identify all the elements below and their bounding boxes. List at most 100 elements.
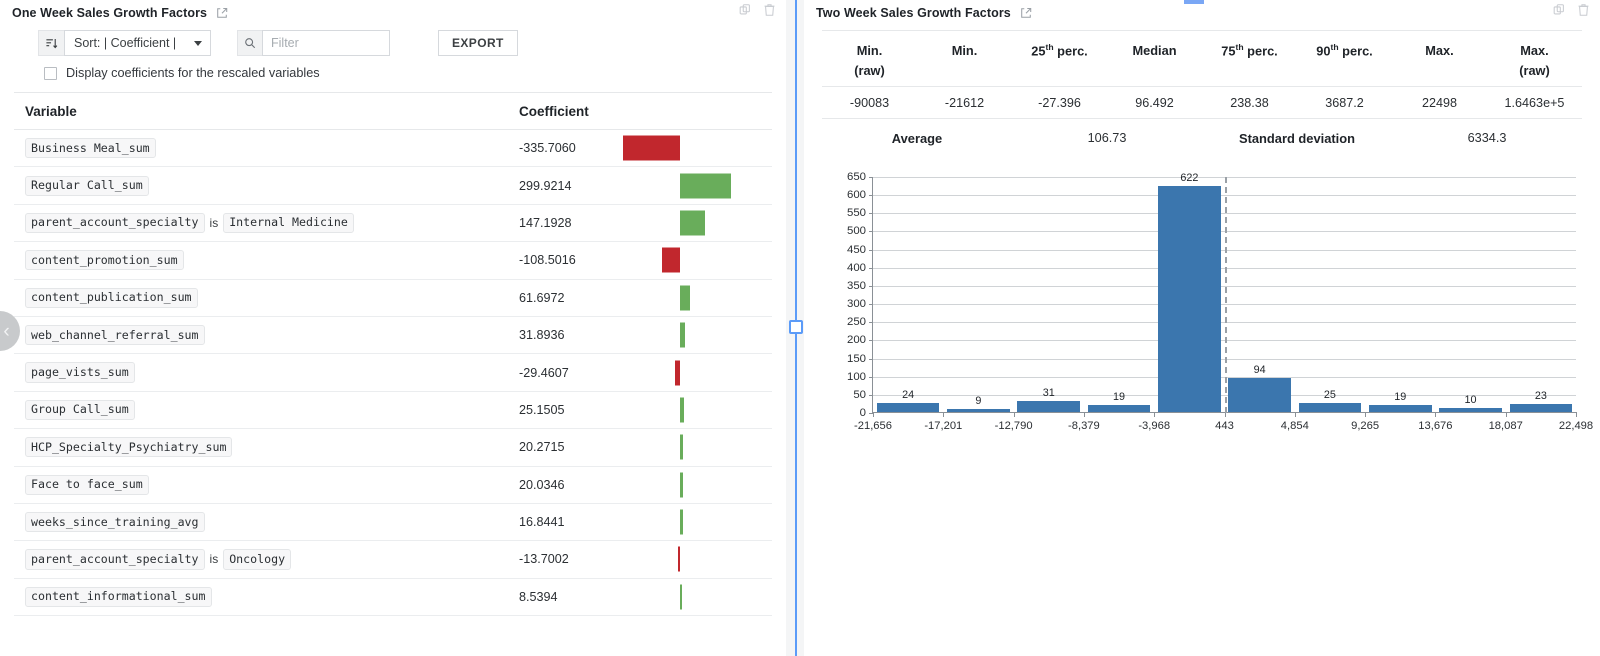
y-axis-label: 0	[859, 407, 866, 419]
histogram-bar-label: 622	[1180, 172, 1199, 185]
variable-chip[interactable]: weeks_since_training_avg	[25, 512, 205, 533]
y-axis-label: 300	[846, 298, 866, 311]
variable-cell: web_channel_referral_sum	[14, 325, 519, 346]
trash-icon[interactable]	[763, 3, 776, 22]
table-row[interactable]: content_promotion_sum -108.5016	[14, 242, 772, 280]
histogram-bar[interactable]	[1509, 403, 1573, 412]
x-axis-tick	[1013, 412, 1015, 417]
histogram-bar[interactable]	[1228, 377, 1291, 412]
histogram-bar-label: 25	[1323, 388, 1336, 401]
variable-cell: Business Meal_sum	[14, 138, 519, 159]
coefficient-value: 61.6972	[519, 290, 565, 305]
x-axis-tick	[1505, 412, 1507, 417]
coefficient-bar-zone	[666, 392, 772, 428]
coefficient-bar-zone	[666, 467, 772, 503]
y-axis-label: 550	[846, 207, 866, 220]
sort-select[interactable]: Sort: | Coefficient |	[64, 30, 211, 56]
rescaled-coefficients-checkbox[interactable]	[44, 66, 57, 80]
variable-chip[interactable]: parent_account_specialty	[25, 549, 205, 570]
variable-chip[interactable]: content_publication_sum	[25, 287, 198, 308]
column-header-coefficient: Coefficient	[519, 103, 589, 119]
stddev-value: 6334.3	[1467, 131, 1507, 145]
coefficient-value: 25.1505	[519, 402, 565, 417]
table-row[interactable]: Group Call_sum 25.1505	[14, 392, 772, 430]
table-row[interactable]: HCP_Specialty_Psychiatry_sum 20.2715	[14, 429, 772, 467]
external-link-icon[interactable]	[1020, 7, 1032, 19]
coefficient-bar-negative	[677, 546, 680, 572]
analysis-split-view: One Week Sales Growth Factors Sort: | Co…	[0, 0, 1600, 656]
rescaled-coefficients-row[interactable]: Display coefficients for the rescaled va…	[0, 56, 786, 80]
y-axis-tick	[869, 249, 873, 251]
stats-value: 238.38	[1230, 95, 1269, 110]
table-row[interactable]: content_informational_sum 8.5394	[14, 579, 772, 617]
variable-chip[interactable]: content_promotion_sum	[25, 250, 184, 271]
coefficient-bar-negative	[661, 247, 680, 273]
stats-column-header: Min. (raw)	[854, 43, 885, 78]
stats-column-header: 90th perc.	[1316, 42, 1373, 59]
variable-chip[interactable]: page_vists_sum	[25, 362, 135, 383]
variable-chip[interactable]: Regular Call_sum	[25, 175, 149, 196]
coefficient-bar-positive	[680, 509, 683, 535]
chip-connector: is	[209, 552, 219, 567]
histogram-bar[interactable]	[1158, 186, 1221, 412]
trash-icon[interactable]	[1577, 3, 1590, 22]
variable-chip[interactable]: parent_account_specialty	[25, 212, 205, 234]
table-row[interactable]: content_publication_sum 61.6972	[14, 280, 772, 317]
table-row[interactable]: parent_account_specialty is Internal Medic…	[14, 205, 772, 243]
variable-chip[interactable]: Business Meal_sum	[25, 138, 156, 159]
sort-control[interactable]: Sort: | Coefficient |	[38, 30, 211, 56]
y-axis-label: 400	[846, 261, 866, 274]
variable-chip[interactable]: Oncology	[223, 549, 292, 570]
y-axis-tick	[869, 322, 873, 324]
x-axis-tick	[1294, 412, 1296, 417]
variable-chip[interactable]: web_channel_referral_sum	[25, 325, 205, 346]
table-row[interactable]: Business Meal_sum -335.7060	[14, 130, 772, 168]
histogram-bar-label: 9	[975, 394, 982, 407]
table-row[interactable]: page_vists_sum -29.4607	[14, 354, 772, 392]
x-axis-tick	[1154, 412, 1156, 417]
copy-icon[interactable]	[1552, 3, 1566, 22]
external-link-icon[interactable]	[216, 7, 228, 19]
splitter-drag-handle[interactable]	[789, 320, 803, 334]
histogram-inner: 0 50 100 150 200 250 300 350 400 450 500 550 600 650 …	[836, 171, 1593, 435]
y-axis-labels: 0 50 100 150 200 250 300 350 400 450 500 550 600 650	[836, 171, 866, 419]
coefficient-bar-zone	[666, 167, 772, 203]
table-row[interactable]: Face to face_sum 20.0346	[14, 467, 772, 504]
filter-control[interactable]	[237, 30, 390, 56]
coefficient-bar-positive	[680, 173, 731, 199]
table-row[interactable]: Regular Call_sum 299.9214	[14, 167, 772, 205]
variable-cell: page_vists_sum	[14, 362, 519, 383]
variable-chip[interactable]: Face to face_sum	[25, 474, 149, 495]
stats-value: 1.6463e+5	[1504, 95, 1565, 110]
panel-splitter[interactable]	[786, 0, 804, 656]
copy-icon[interactable]	[738, 3, 752, 22]
rescaled-coefficients-label: Display coefficients for the rescaled va…	[66, 66, 320, 80]
histogram-bar[interactable]	[1087, 405, 1151, 412]
coefficient-value: 147.1928	[519, 215, 572, 230]
x-axis-tick	[1435, 412, 1437, 417]
x-axis-tick	[1083, 412, 1085, 417]
histogram-bar[interactable]	[1368, 405, 1432, 412]
stats-value: -90083	[849, 95, 890, 110]
right-panel-title: Two Week Sales Growth Factors	[816, 6, 1011, 20]
export-button[interactable]: EXPORT	[438, 30, 518, 56]
y-axis-tick	[869, 394, 873, 396]
variable-chip[interactable]: Internal Medicine	[223, 212, 354, 234]
variable-chip[interactable]: HCP_Specialty_Psychiatry_sum	[25, 437, 233, 458]
stats-column-header: 25th perc.	[1031, 42, 1088, 59]
coefficient-bar-zone	[666, 280, 772, 316]
table-row[interactable]: web_channel_referral_sum 31.8936	[14, 317, 772, 355]
histogram-bar[interactable]	[876, 403, 940, 412]
x-axis-label: -8,379	[1068, 420, 1100, 432]
filter-input[interactable]	[262, 30, 390, 56]
histogram-bar-label: 23	[1534, 389, 1547, 402]
variable-chip[interactable]: Group Call_sum	[25, 399, 135, 421]
variable-chip[interactable]: content_informational_sum	[25, 586, 212, 607]
table-row[interactable]: parent_account_specialty is Oncology -13.70…	[14, 541, 772, 579]
table-row[interactable]: weeks_since_training_avg 16.8441	[14, 504, 772, 542]
histogram-bar[interactable]	[947, 408, 1010, 412]
histogram-bar[interactable]	[1439, 408, 1502, 412]
histogram-bar-label: 24	[902, 389, 915, 402]
histogram-bar[interactable]	[1298, 402, 1362, 412]
histogram-bar[interactable]	[1017, 400, 1081, 412]
